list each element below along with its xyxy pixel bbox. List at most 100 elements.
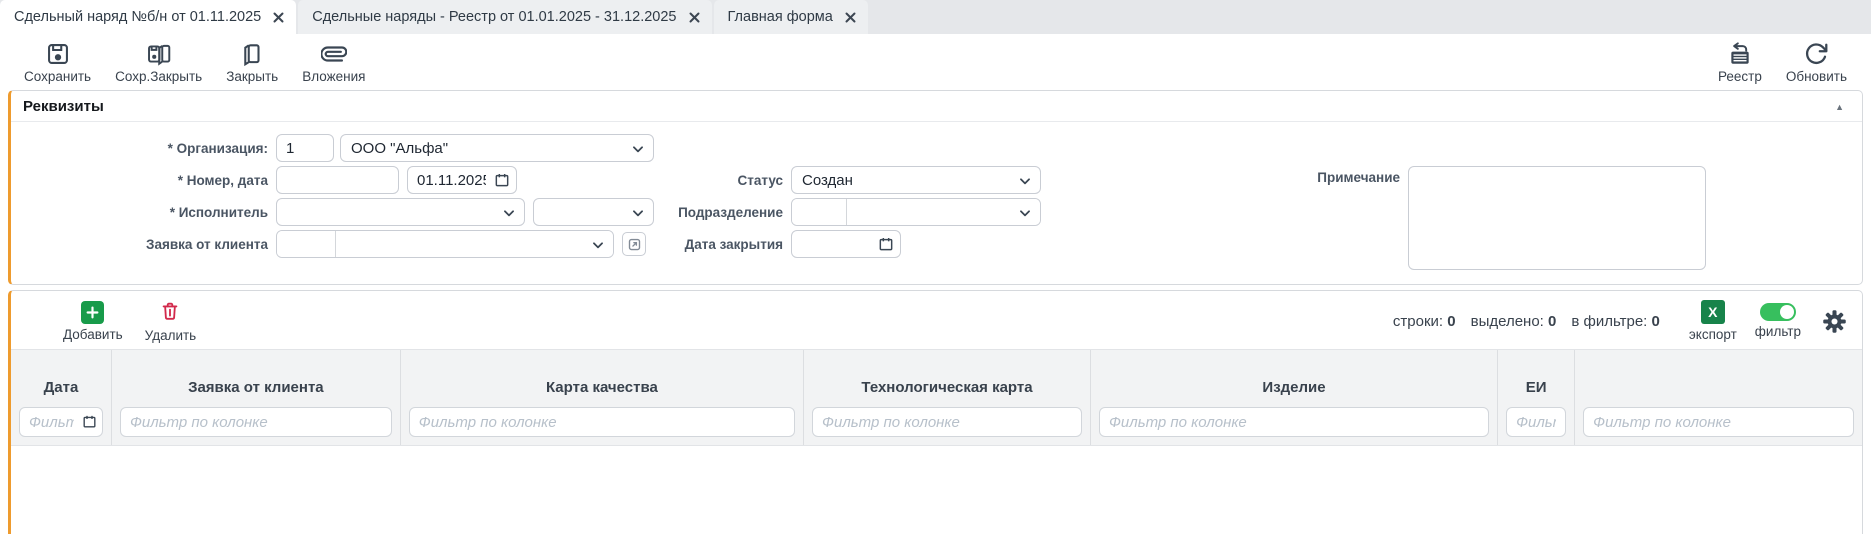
column-tech-card: Технологическая карта [804, 350, 1091, 445]
open-client-request-button[interactable] [622, 232, 646, 256]
requisites-form: * Организация: ООО "Альфа" * Номер, дата [11, 122, 1862, 284]
save-close-label: Сохр.Закрыть [115, 69, 202, 84]
save-label: Сохранить [24, 69, 91, 84]
gear-icon[interactable] [1821, 308, 1848, 335]
executor-select[interactable] [276, 198, 525, 226]
add-row-label: Добавить [63, 327, 123, 342]
external-link-icon [627, 237, 642, 252]
chevron-down-icon [1018, 206, 1032, 220]
save-button[interactable]: Сохранить [16, 37, 99, 86]
tab-label: Главная форма [728, 9, 833, 25]
filter-input[interactable] [812, 407, 1082, 437]
save-close-icon [146, 41, 172, 67]
tab-orders-registry[interactable]: Сдельные наряды - Реестр от 01.01.2025 -… [298, 0, 711, 34]
tab-main-form[interactable]: Главная форма [714, 0, 868, 34]
column-quality-card: Карта качества [401, 350, 804, 445]
column-header[interactable]: Изделие [1099, 379, 1489, 397]
delete-row-button[interactable]: Удалить [145, 300, 197, 343]
tab-label: Сдельные наряды - Реестр от 01.01.2025 -… [312, 9, 676, 25]
filter-input[interactable] [120, 407, 392, 437]
export-label: экспорт [1689, 327, 1737, 342]
date-field [407, 166, 517, 194]
column-client-request: Заявка от клиента [112, 350, 401, 445]
calendar-icon[interactable] [494, 172, 510, 188]
column-header[interactable]: ЕИ [1506, 379, 1566, 397]
tab-piecework-order[interactable]: Сдельный наряд №б/н от 01.11.2025 [0, 0, 296, 34]
close-date-field [791, 230, 901, 258]
close-form-button[interactable]: Закрыть [218, 37, 286, 86]
column-header[interactable]: Технологическая карта [812, 379, 1082, 397]
close-date-label: Дата закрытия [666, 237, 791, 252]
organization-select[interactable]: ООО "Альфа" [340, 134, 654, 162]
registry-label: Реестр [1718, 69, 1762, 84]
paperclip-icon [321, 41, 347, 67]
organization-value: ООО "Альфа" [351, 140, 448, 157]
department-select[interactable] [847, 199, 1040, 225]
door-icon [239, 41, 265, 67]
registry-button[interactable]: Реестр [1710, 37, 1770, 86]
column-header[interactable] [1583, 379, 1854, 397]
client-request-select[interactable] [336, 231, 613, 257]
note-label: Примечание [1176, 166, 1408, 185]
filter-input[interactable] [409, 407, 795, 437]
attachments-button[interactable]: Вложения [294, 37, 373, 86]
close-icon[interactable] [273, 12, 284, 23]
close-icon[interactable] [845, 12, 856, 23]
excel-icon: X [1701, 300, 1725, 324]
requisites-panel: Реквизиты ▲ * Организация: ООО "Альфа" *… [8, 90, 1863, 285]
collapse-icon[interactable]: ▲ [1829, 102, 1850, 112]
column-header[interactable]: Заявка от клиента [120, 379, 392, 397]
column-header[interactable]: Карта качества [409, 379, 795, 397]
grid-body-empty [11, 446, 1862, 534]
department-label: Подразделение [666, 205, 791, 220]
toggle-on-icon[interactable] [1760, 303, 1796, 321]
tab-bar: Сдельный наряд №б/н от 01.11.2025 Сдельн… [0, 0, 1871, 34]
refresh-icon [1803, 41, 1829, 67]
requisites-header: Реквизиты ▲ [11, 91, 1862, 122]
number-input[interactable] [276, 166, 399, 194]
column-date: Дата [11, 350, 112, 445]
save-close-button[interactable]: Сохр.Закрыть [107, 37, 210, 86]
column-header[interactable]: Дата [19, 379, 103, 397]
delete-row-label: Удалить [145, 328, 197, 343]
grid-toolbar: Добавить Удалить строки: 0 выделено: 0 в… [11, 291, 1862, 349]
calendar-icon[interactable] [878, 236, 894, 252]
executor-extra-select[interactable] [533, 198, 654, 226]
chevron-down-icon [1018, 174, 1032, 188]
organization-label: * Организация: [11, 141, 276, 156]
organization-code-input[interactable] [276, 134, 334, 162]
filter-input[interactable] [1099, 407, 1489, 437]
chevron-down-icon [591, 238, 605, 252]
close-icon[interactable] [689, 12, 700, 23]
filter-input[interactable] [1583, 407, 1854, 437]
calendar-icon[interactable] [82, 414, 97, 429]
refresh-label: Обновить [1786, 69, 1847, 84]
executor-label: * Исполнитель [11, 205, 276, 220]
department-code-input[interactable] [792, 199, 847, 225]
status-value: Создан [802, 172, 853, 189]
filter-input[interactable] [1506, 407, 1566, 437]
status-select[interactable]: Создан [791, 166, 1041, 194]
app-window: Сдельный наряд №б/н от 01.11.2025 Сдельн… [0, 0, 1871, 534]
floppy-icon [45, 41, 71, 67]
column-extra [1575, 350, 1862, 445]
client-request-label: Заявка от клиента [11, 237, 276, 252]
chevron-down-icon [631, 142, 645, 156]
grid-header-row: Дата Заявка от клиента Карта качества Те… [11, 349, 1862, 446]
selected-count: выделено: 0 [1471, 313, 1557, 330]
add-row-button[interactable]: Добавить [63, 301, 123, 342]
rows-count: строки: 0 [1393, 313, 1456, 330]
refresh-button[interactable]: Обновить [1778, 37, 1855, 86]
client-request-field [276, 230, 614, 258]
column-unit: ЕИ [1498, 350, 1575, 445]
column-product: Изделие [1091, 350, 1498, 445]
chevron-down-icon [631, 206, 645, 220]
export-button[interactable]: X экспорт [1689, 300, 1737, 342]
client-request-code-input[interactable] [277, 231, 336, 257]
plus-icon [81, 301, 104, 324]
note-textarea[interactable] [1408, 166, 1706, 270]
department-field [791, 198, 1041, 226]
trash-icon [159, 300, 181, 325]
close-form-label: Закрыть [226, 69, 278, 84]
filter-toggle-button[interactable]: фильтр [1755, 303, 1801, 339]
